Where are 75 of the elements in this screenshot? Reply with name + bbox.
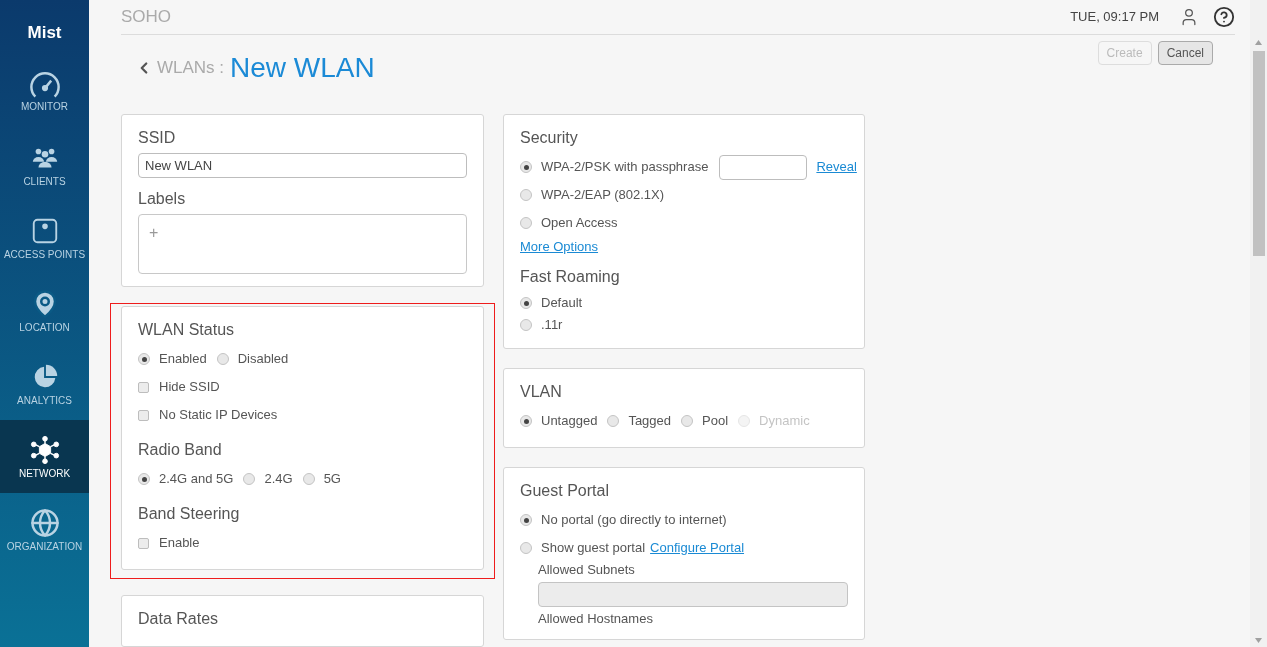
nav-item[interactable]: LOCATION <box>0 274 89 347</box>
action-button[interactable]: Cancel <box>1157 41 1213 66</box>
more-options-link[interactable]: More Options <box>520 238 599 256</box>
nav-item[interactable]: CLIENTS <box>0 128 89 201</box>
checkbox[interactable] <box>138 537 149 549</box>
section-title: SSID <box>138 128 177 148</box>
checkbox[interactable] <box>138 409 149 421</box>
scrollbar-thumb[interactable] <box>1252 51 1265 256</box>
radio-button[interactable] <box>302 473 315 485</box>
radio-button[interactable] <box>216 353 229 365</box>
logo[interactable]: Mist <box>27 19 62 46</box>
radio-button[interactable] <box>520 514 532 526</box>
checkbox[interactable] <box>138 381 149 393</box>
section-title: Fast Roaming <box>520 267 621 287</box>
radio-label: Show guest portal <box>541 539 646 558</box>
radio-label: WPA-2/PSK with passphrase <box>541 158 709 177</box>
radio-button[interactable] <box>243 473 256 485</box>
page-title: New WLAN <box>230 51 375 86</box>
checkbox-label: No Static IP Devices <box>159 406 278 425</box>
radio-label: Pool <box>702 412 729 431</box>
radio-button[interactable] <box>520 542 532 554</box>
reveal-link[interactable]: Reveal <box>816 157 857 177</box>
site-name: SOHO <box>121 6 172 29</box>
labels-field[interactable]: + <box>138 214 467 274</box>
radio-button[interactable] <box>607 415 620 427</box>
radio-label: No portal (go directly to internet) <box>541 511 727 530</box>
section-title: Guest Portal <box>520 481 610 501</box>
section-title: Data Rates <box>138 609 220 629</box>
section-title: Labels <box>138 189 187 209</box>
radio-button[interactable] <box>520 161 532 173</box>
nav-item[interactable]: NETWORK <box>0 420 89 493</box>
checkbox-label: Enable <box>159 534 200 553</box>
section-title: Band Steering <box>138 504 241 524</box>
radio-button[interactable] <box>520 297 532 309</box>
globe-icon <box>29 507 60 538</box>
radio-label: Disabled <box>237 350 289 369</box>
radio-label: 2.4G <box>264 470 293 489</box>
radio-button[interactable] <box>520 415 532 427</box>
passphrase-input-field[interactable] <box>719 154 808 180</box>
section-title: WLAN Status <box>138 320 236 340</box>
radio-label: Open Access <box>541 214 618 233</box>
radio-label: Tagged <box>628 412 672 431</box>
scroll-down-icon[interactable] <box>1255 638 1262 643</box>
scroll-up-icon[interactable] <box>1255 40 1262 45</box>
scrollbar[interactable] <box>1250 0 1267 647</box>
clock-time: TUE, 09:17 PM <box>1070 8 1159 27</box>
ssid-input-field[interactable]: New WLAN <box>138 153 467 178</box>
radio-label: Dynamic <box>759 412 810 431</box>
field-label: Allowed Hostnames <box>537 611 654 627</box>
radio-button[interactable] <box>520 217 532 229</box>
section-title: VLAN <box>520 382 563 402</box>
field-label: Allowed Subnets <box>537 562 636 578</box>
checkbox-label: Hide SSID <box>159 378 220 397</box>
section-title: Security <box>520 128 579 148</box>
radio-label: Default <box>541 294 583 313</box>
radio-button[interactable] <box>520 189 532 201</box>
nav-item[interactable]: ACCESS POINTS <box>0 201 89 274</box>
section-title: Radio Band <box>138 440 223 460</box>
nav-item[interactable]: MONITOR <box>0 55 89 128</box>
network-icon <box>29 434 60 465</box>
radio-button[interactable] <box>520 319 532 331</box>
nav-item[interactable]: ANALYTICS <box>0 347 89 420</box>
radio-button[interactable] <box>138 353 150 365</box>
radio-label: Enabled <box>159 350 207 369</box>
help-icon[interactable] <box>1213 6 1235 29</box>
radio-label: .11r <box>541 316 563 335</box>
radio-label: WPA-2/EAP (802.1X) <box>541 186 665 205</box>
radio-label: 5G <box>323 470 341 489</box>
nav-item[interactable]: ORGANIZATION <box>0 493 89 566</box>
configure-portal-link[interactable]: Configure Portal <box>650 538 745 558</box>
radio-button[interactable] <box>138 473 150 485</box>
gauge-icon <box>29 71 60 98</box>
radio-label: 2.4G and 5G <box>159 470 234 489</box>
radio-button[interactable] <box>681 415 694 427</box>
radio-label: Untagged <box>541 412 598 431</box>
